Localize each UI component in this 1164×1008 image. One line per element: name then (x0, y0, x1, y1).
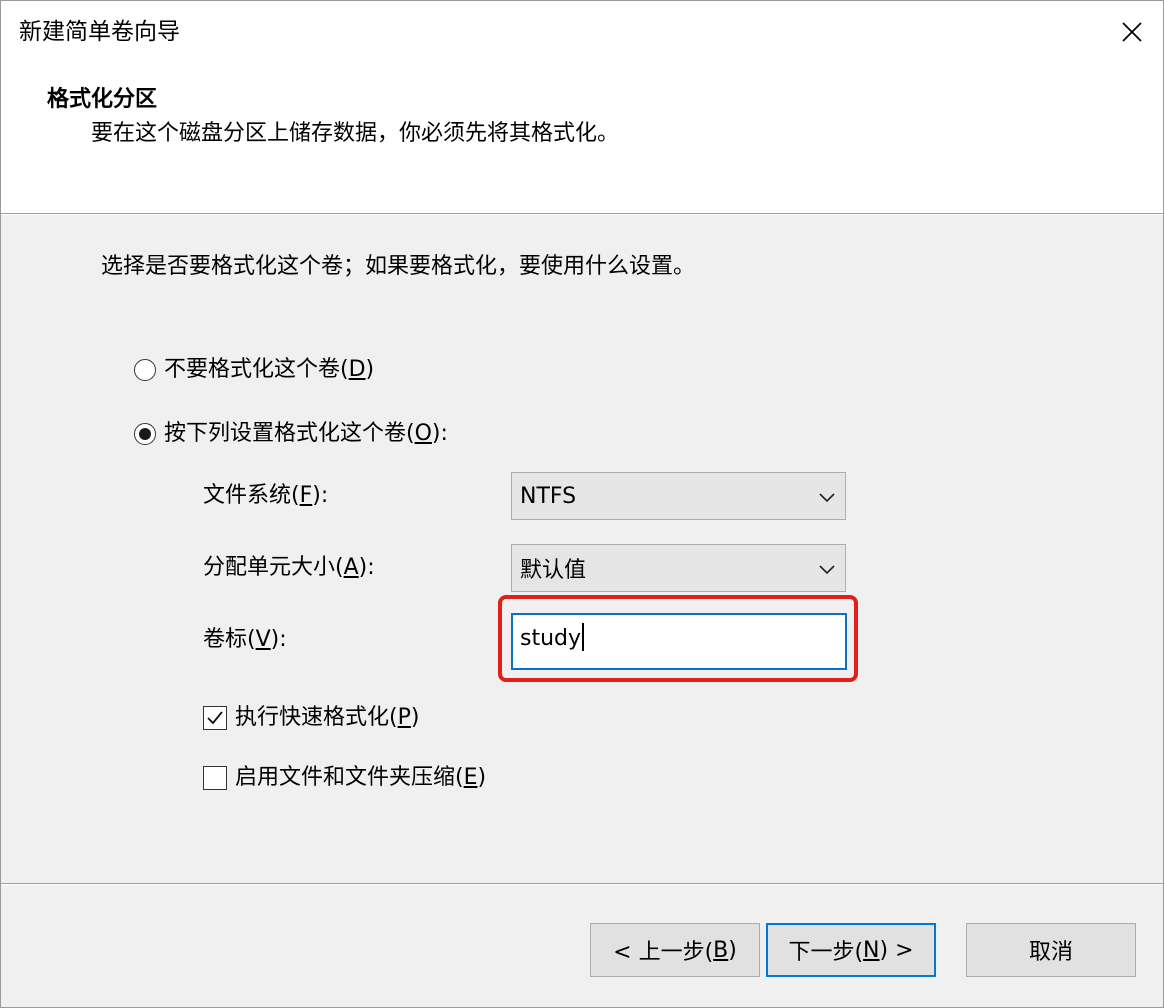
compression-checkbox[interactable] (203, 766, 227, 790)
footer-divider-highlight (1, 884, 1163, 885)
header-divider (1, 214, 1163, 215)
volume-label-label: 卷标(V): (203, 627, 287, 652)
volume-label-input[interactable]: study (511, 613, 847, 670)
compression-label: 启用文件和文件夹压缩(E) (235, 765, 487, 790)
chevron-down-icon (819, 565, 835, 575)
instruction-text: 选择是否要格式化这个卷；如果要格式化，要使用什么设置。 (101, 254, 696, 279)
radio-no-format[interactable]: 不要格式化这个卷(D) (134, 355, 374, 385)
radio-no-format-label: 不要格式化这个卷(D) (164, 357, 375, 382)
title-bar: 新建简单卷向导 (1, 1, 1163, 63)
text-caret (582, 623, 585, 651)
allocation-unit-select[interactable]: 默认值 (511, 544, 846, 592)
close-button[interactable] (1113, 13, 1151, 51)
next-button[interactable]: 下一步(N) > (766, 923, 936, 977)
radio-button-unselected[interactable] (134, 359, 156, 381)
close-icon (1122, 22, 1142, 42)
back-button[interactable]: < 上一步(B) (590, 923, 760, 977)
volume-label-value: study (520, 626, 582, 651)
quick-format-checkbox[interactable] (203, 706, 227, 730)
radio-button-selected[interactable] (134, 423, 156, 445)
radio-format[interactable]: 按下列设置格式化这个卷(O): (134, 419, 448, 449)
file-system-label: 文件系统(F): (203, 483, 329, 508)
quick-format-checkbox-row[interactable]: 执行快速格式化(P) (203, 703, 419, 733)
allocation-unit-value: 默认值 (520, 558, 587, 583)
page-subtitle: 要在这个磁盘分区上储存数据，你必须先将其格式化。 (91, 121, 620, 146)
chevron-down-icon (819, 493, 835, 503)
cancel-button[interactable]: 取消 (966, 923, 1136, 977)
wizard-header: 格式化分区 要在这个磁盘分区上储存数据，你必须先将其格式化。 (1, 63, 1163, 214)
quick-format-label: 执行快速格式化(P) (235, 705, 420, 730)
allocation-unit-label: 分配单元大小(A): (203, 555, 375, 580)
checkmark-icon (207, 711, 223, 725)
page-title: 格式化分区 (47, 87, 158, 112)
compression-checkbox-row[interactable]: 启用文件和文件夹压缩(E) (203, 763, 486, 793)
file-system-value: NTFS (520, 483, 577, 509)
file-system-select[interactable]: NTFS (511, 472, 846, 520)
window-title: 新建简单卷向导 (19, 19, 180, 45)
wizard-window: 新建简单卷向导 格式化分区 要在这个磁盘分区上储存数据，你必须先将其格式化。 选… (0, 0, 1164, 1008)
radio-format-label: 按下列设置格式化这个卷(O): (164, 421, 448, 446)
